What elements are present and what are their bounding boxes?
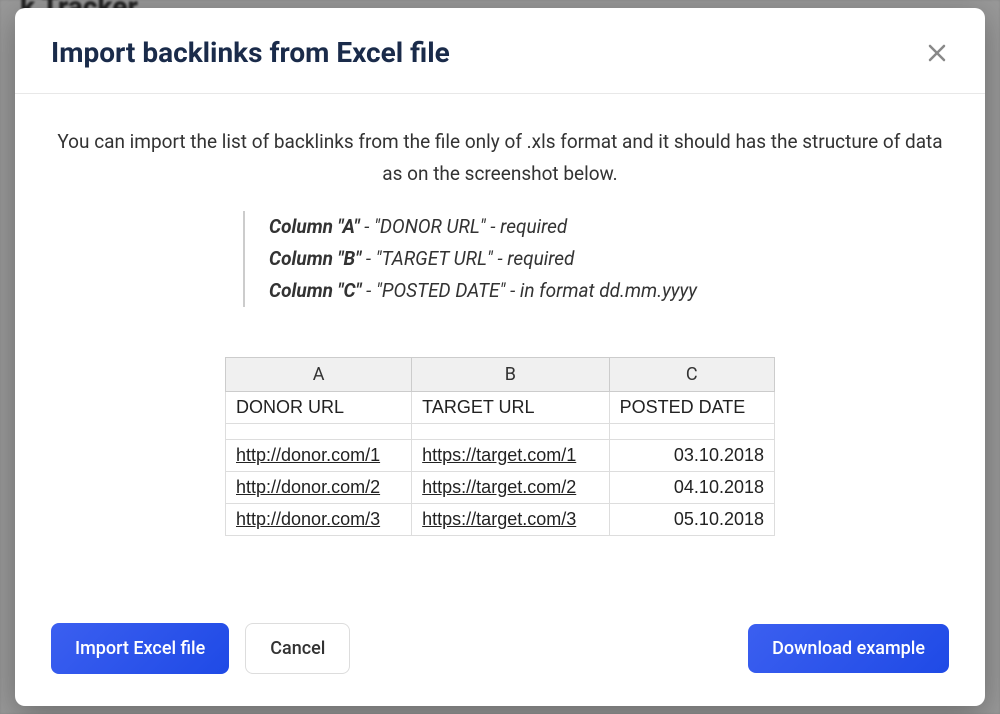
modal-body: You can import the list of backlinks fro… <box>15 94 985 599</box>
cell-date: 04.10.2018 <box>609 472 774 504</box>
download-example-button[interactable]: Download example <box>748 624 949 673</box>
table-letters-row: A B C <box>226 358 775 392</box>
table-row: http://donor.com/1 https://target.com/1 … <box>226 440 775 472</box>
column-spec: Column "A" - "DONOR URL" - required Colu… <box>243 211 697 308</box>
close-icon[interactable] <box>925 41 949 65</box>
modal-header: Import backlinks from Excel file <box>15 8 985 94</box>
col-letter-c: C <box>609 358 774 392</box>
cell-date: 05.10.2018 <box>609 504 774 536</box>
cell-donor: http://donor.com/1 <box>226 440 412 472</box>
cell-donor: http://donor.com/3 <box>226 504 412 536</box>
import-button[interactable]: Import Excel file <box>51 623 229 674</box>
cell-donor: http://donor.com/2 <box>226 472 412 504</box>
modal-footer: Import Excel file Cancel Download exampl… <box>15 599 985 706</box>
modal-title: Import backlinks from Excel file <box>51 36 450 69</box>
column-spec-b: Column "B" - "TARGET URL" - required <box>269 243 697 275</box>
cell-target: https://target.com/2 <box>412 472 609 504</box>
column-spec-c: Column "C" - "POSTED DATE" - in format d… <box>269 275 697 307</box>
example-table: A B C DONOR URL TARGET URL POSTED DATE h… <box>225 357 775 536</box>
col-letter-a: A <box>226 358 412 392</box>
header-target: TARGET URL <box>412 392 609 424</box>
col-letter-b: B <box>412 358 609 392</box>
table-blank-row <box>226 424 775 440</box>
import-modal: Import backlinks from Excel file You can… <box>15 8 985 706</box>
column-spec-a: Column "A" - "DONOR URL" - required <box>269 211 697 243</box>
table-header-row: DONOR URL TARGET URL POSTED DATE <box>226 392 775 424</box>
cell-target: https://target.com/1 <box>412 440 609 472</box>
header-donor: DONOR URL <box>226 392 412 424</box>
cancel-button[interactable]: Cancel <box>245 623 350 674</box>
header-date: POSTED DATE <box>609 392 774 424</box>
cell-target: https://target.com/3 <box>412 504 609 536</box>
table-row: http://donor.com/2 https://target.com/2 … <box>226 472 775 504</box>
cell-date: 03.10.2018 <box>609 440 774 472</box>
footer-left: Import Excel file Cancel <box>51 623 350 674</box>
intro-text: You can import the list of backlinks fro… <box>51 126 949 191</box>
table-row: http://donor.com/3 https://target.com/3 … <box>226 504 775 536</box>
